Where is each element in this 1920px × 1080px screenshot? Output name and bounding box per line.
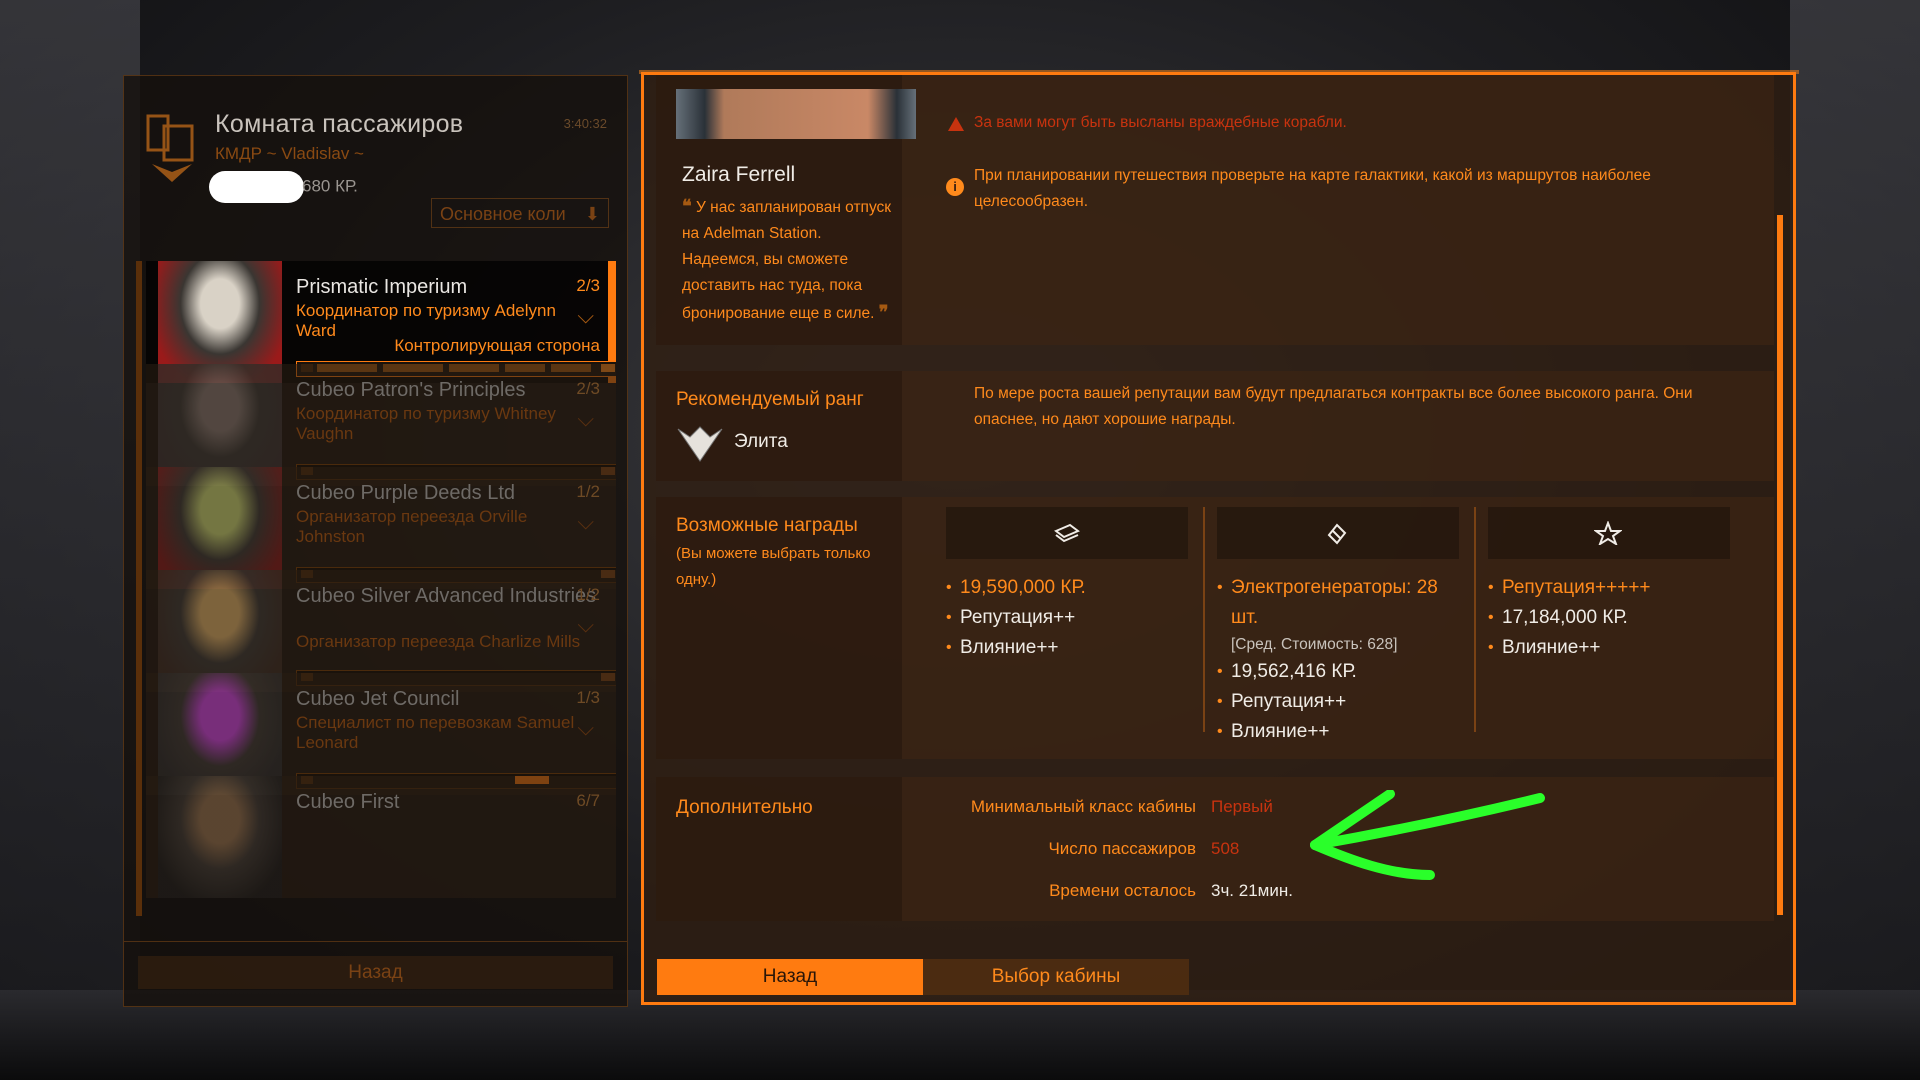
additional-value: 508 [1211, 839, 1240, 858]
lounge-header: Комната пассажиров 3:40:32 КМДР ~ Vladis… [124, 76, 627, 256]
reward-item: Влияние++ [1488, 633, 1730, 663]
rewards-note: (Вы можете выбрать только одну.) [676, 545, 871, 588]
hangar-wall-right [1790, 0, 1920, 1080]
credit-balance: 680 КР. [209, 171, 358, 203]
redaction-mask [209, 171, 304, 203]
reward-item: Репутация+++++ [1488, 573, 1730, 603]
mission-giver: Координатор по туризму Adelynn Ward [296, 301, 556, 340]
reward-option[interactable]: 19,590,000 КР.Репутация++Влияние++ [946, 507, 1188, 663]
lounge-timestamp: 3:40:32 [563, 116, 607, 131]
chevron-down-icon: ⬇ [584, 204, 600, 224]
mission-giver-portrait [158, 776, 282, 898]
left-back-button[interactable]: Назад [138, 956, 613, 989]
mission-name: Cubeo Purple Deeds Ltd [296, 482, 516, 504]
reward-item: 17,184,000 КР. [1488, 603, 1730, 633]
reward-item: Репутация++ [946, 603, 1188, 633]
additional-section: Дополнительно Минимальный класс кабины Пе… [656, 777, 1774, 921]
mission-count: 2/3 [576, 379, 600, 398]
reward-header [946, 507, 1188, 559]
reward-option[interactable]: Электрогенераторы: 28 шт. [Сред. Стоимост… [1217, 507, 1459, 747]
reward-divider [1203, 507, 1205, 732]
additional-value: Первый [1211, 797, 1273, 816]
warning-text: За вами могут быть высланы враждебные ко… [974, 114, 1347, 131]
mission-name: Cubeo First [296, 791, 400, 813]
rank-chevron-icon: ⌵ [577, 715, 594, 740]
mission-giver: Организатор переезда Charlize Mills [296, 632, 581, 651]
reward-item: Влияние++ [946, 633, 1188, 663]
divider [124, 941, 627, 942]
quote-open-icon: ❝ [682, 196, 692, 216]
reward-item: Электрогенераторы: 28 шт. [1217, 573, 1459, 633]
passenger-portrait [676, 89, 916, 139]
passenger-lounge-icon [146, 114, 194, 182]
faction-status: Контролирующая сторона [394, 336, 600, 355]
reward-divider [1474, 507, 1476, 732]
additional-title: Дополнительно [676, 797, 813, 818]
info-icon: i [946, 178, 964, 196]
mission-giver: Специалист по перевозкам Samuel Leonard [296, 713, 575, 752]
annotation-arrow-icon [1310, 790, 1545, 880]
passenger-name: Zaira Ferrell [682, 163, 796, 186]
mission-name: Cubeo Silver Advanced Industries [296, 585, 597, 607]
additional-label: Минимальный класс кабины [970, 797, 1196, 816]
mission-count: 6/7 [576, 791, 600, 810]
mission-count: 1/2 [576, 482, 600, 501]
info-text: При планировании путешествия проверьте н… [974, 167, 1651, 210]
commander-name: КМДР ~ Vladislav ~ [215, 144, 364, 163]
rewards-section: Возможные награды (Вы можете выбрать тол… [656, 497, 1774, 759]
mission-list-item[interactable]: Cubeo First 6/7 [146, 776, 616, 898]
rank-value: Элита [734, 431, 788, 452]
additional-value: 3ч. 21мин. [1211, 881, 1293, 900]
mission-name: Cubeo Jet Council [296, 688, 460, 710]
reputation-star-icon [1594, 521, 1622, 545]
rank-section: Рекомендуемый ранг Элита По мере роста в… [656, 371, 1774, 481]
mission-name: Prismatic Imperium [296, 276, 468, 298]
reward-item: 19,590,000 КР. [946, 573, 1188, 603]
sort-dropdown[interactable]: Основное коли ⬇ [431, 198, 609, 228]
passenger-lounge-panel: Комната пассажиров 3:40:32 КМДР ~ Vladis… [123, 75, 628, 1007]
rank-chevron-icon: ⌵ [577, 406, 594, 431]
back-button[interactable]: Назад [657, 959, 923, 995]
rewards-title: Возможные награды [676, 515, 858, 536]
passenger-section: Zaira Ferrell ❝ У нас запланирован отпус… [656, 75, 1774, 345]
rank-note: По мере роста вашей репутации вам будут … [974, 385, 1693, 428]
mission-count: 2/3 [576, 276, 600, 295]
mission-count: 1/3 [576, 688, 600, 707]
mission-list: Prismatic Imperium 2/3 Координатор по тури… [136, 261, 616, 921]
mission-giver: Организатор переезда Orville Johnston [296, 507, 528, 546]
reward-item: 19,562,416 КР. [1217, 657, 1459, 687]
credits-icon [1054, 523, 1080, 543]
reward-items: Репутация+++++17,184,000 КР.Влияние++ [1488, 573, 1730, 663]
reward-option[interactable]: Репутация+++++17,184,000 КР.Влияние++ [1488, 507, 1730, 663]
commodity-icon [1327, 523, 1347, 545]
reward-item: [Сред. Стоимость: 628] [1231, 636, 1398, 653]
hangar-wall-left [0, 0, 140, 1080]
lounge-title: Комната пассажиров [215, 110, 464, 138]
mission-name: Cubeo Patron's Principles [296, 379, 526, 401]
additional-label: Времени осталось [1049, 881, 1196, 900]
mission-count: 1/2 [576, 585, 600, 604]
passenger-quote: ❝ У нас запланирован отпуск на Adelman S… [682, 196, 892, 322]
rank-chevron-icon: ⌵ [577, 509, 594, 534]
reward-item: Репутация++ [1217, 687, 1459, 717]
cabin-select-button[interactable]: Выбор кабины [923, 959, 1189, 995]
reward-item: Влияние++ [1217, 717, 1459, 747]
additional-label: Число пассажиров [1048, 839, 1196, 858]
reward-items: 19,590,000 КР.Репутация++Влияние++ [946, 573, 1188, 663]
reward-items: Электрогенераторы: 28 шт. [Сред. Стоимост… [1217, 573, 1459, 747]
quote-close-icon: ❞ [878, 302, 889, 322]
elite-rank-icon [677, 426, 723, 462]
warning-icon [948, 117, 964, 131]
reward-header [1217, 507, 1459, 559]
mission-giver: Координатор по туризму Whitney Vaughn [296, 404, 556, 443]
reward-header [1488, 507, 1730, 559]
rank-chevron-icon: ⌵ [577, 612, 594, 637]
rank-title: Рекомендуемый ранг [676, 389, 864, 410]
mission-detail-panel: Zaira Ferrell ❝ У нас запланирован отпус… [641, 72, 1796, 1005]
rank-chevron-icon: ⌵ [577, 303, 594, 328]
detail-scrollbar[interactable] [1777, 215, 1783, 915]
